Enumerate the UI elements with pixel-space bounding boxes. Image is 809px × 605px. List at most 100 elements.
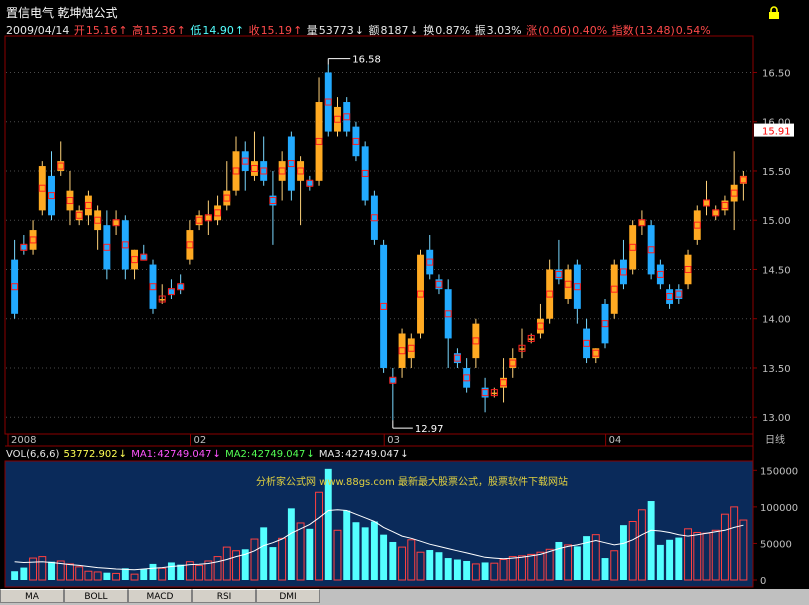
- candle: [389, 367, 397, 421]
- candle: [57, 141, 65, 176]
- candle: [712, 205, 720, 221]
- candle-body: [11, 259, 19, 314]
- volume-tick-label: 150000: [760, 466, 798, 477]
- tab-macd[interactable]: MACD: [128, 589, 192, 603]
- candle: [527, 333, 535, 344]
- min-price-label: 12.97: [415, 424, 444, 435]
- volume-info-row: VOL(6,6,6) 53772.902↓ MA1:42749.047↓ MA2…: [6, 449, 409, 460]
- candle-body: [48, 175, 55, 216]
- candle-body: [66, 190, 74, 211]
- candle: [324, 64, 332, 137]
- candle-body: [389, 377, 397, 383]
- candle-body: [306, 180, 314, 186]
- candle: [287, 131, 295, 201]
- candle: [223, 161, 231, 211]
- candle-body: [573, 264, 581, 309]
- candle: [481, 377, 489, 413]
- vol-indicator-value: 53772.902: [63, 449, 118, 460]
- candle: [444, 279, 452, 368]
- volume-bar: [573, 546, 581, 580]
- candle-body: [177, 284, 185, 290]
- candle: [546, 259, 554, 324]
- candle-body: [94, 210, 102, 231]
- candle: [583, 318, 591, 364]
- title-row: 置信电气 乾坤烛公式: [6, 4, 118, 21]
- candle: [398, 328, 406, 378]
- candle-body: [620, 259, 627, 285]
- candle: [232, 136, 240, 196]
- volume-axis-labels: 150000 100000 50000 0: [753, 466, 798, 587]
- low-label: 低: [190, 24, 202, 37]
- stock-name: 置信电气: [6, 6, 55, 20]
- candle: [426, 235, 434, 280]
- change-pct: 0.40%: [572, 24, 608, 37]
- candle: [278, 151, 286, 201]
- tab-rsi[interactable]: RSI: [192, 589, 256, 603]
- volume-bar: [306, 528, 314, 580]
- candle-body: [417, 254, 424, 334]
- candle: [573, 259, 581, 324]
- candle-body: [241, 151, 249, 171]
- candle-body: [398, 333, 406, 368]
- candle: [66, 170, 74, 226]
- indicator-tabs: MA BOLL MACD RSI DMI: [0, 589, 809, 605]
- candle: [490, 387, 498, 398]
- candle: [103, 210, 111, 280]
- candle: [195, 210, 203, 231]
- candle-body: [684, 254, 692, 285]
- price-annotations: 16.58 12.97 15.91: [327, 55, 794, 435]
- price-tick-label: 15.00: [762, 216, 791, 227]
- volume-bar: [389, 541, 397, 580]
- lock-icon[interactable]: [767, 6, 781, 20]
- candle: [536, 303, 544, 339]
- candle: [269, 170, 277, 245]
- volume-bar: [103, 572, 111, 580]
- close-label: 收: [248, 24, 260, 37]
- candle: [315, 77, 323, 186]
- candle-body: [629, 225, 637, 270]
- candle: [592, 348, 600, 364]
- volume-bar: [380, 534, 388, 580]
- candle: [343, 97, 351, 137]
- candle: [647, 220, 655, 280]
- candle-body: [647, 225, 655, 275]
- candle-body: [444, 289, 452, 339]
- vol-indicator-label: VOL(6,6,6): [6, 449, 60, 460]
- price-tick-label: 15.50: [762, 167, 791, 178]
- date-tick-label: 02: [194, 435, 207, 446]
- candle-body: [730, 184, 738, 202]
- tab-ma[interactable]: MA: [0, 589, 64, 603]
- candle: [629, 220, 637, 275]
- candle: [204, 200, 212, 235]
- date-tick-label: 04: [609, 435, 622, 446]
- volume-bar: [453, 559, 461, 580]
- candle-body: [583, 328, 591, 359]
- candle-body: [121, 220, 129, 270]
- candle: [158, 284, 166, 304]
- candle: [721, 195, 729, 216]
- candle-body: [693, 210, 701, 240]
- candle-body: [297, 161, 305, 181]
- candle: [693, 205, 701, 245]
- candle-body: [186, 230, 194, 260]
- candle-body: [712, 210, 720, 216]
- candle: [453, 348, 461, 368]
- candle: [131, 249, 139, 280]
- stock-chart[interactable]: 16.5016.0015.5015.0014.5014.0013.5013.00…: [0, 0, 809, 605]
- candle: [352, 121, 360, 162]
- candle-body: [140, 254, 148, 260]
- volume-tick-label: 0: [760, 576, 766, 587]
- candle-body: [370, 195, 378, 240]
- candle-body: [232, 151, 240, 191]
- candle: [610, 259, 618, 319]
- volume-bar: [620, 525, 627, 580]
- volume-bar: [287, 508, 295, 580]
- date-tick-label: 日线: [765, 433, 785, 446]
- index-value: (13.48): [634, 24, 675, 37]
- price-tick-label: 13.00: [762, 413, 791, 424]
- candle-body: [84, 195, 92, 216]
- tab-dmi[interactable]: DMI: [256, 589, 320, 603]
- price-tick-label: 16.50: [762, 68, 791, 79]
- tab-boll[interactable]: BOLL: [64, 589, 128, 603]
- candle-body: [103, 225, 111, 270]
